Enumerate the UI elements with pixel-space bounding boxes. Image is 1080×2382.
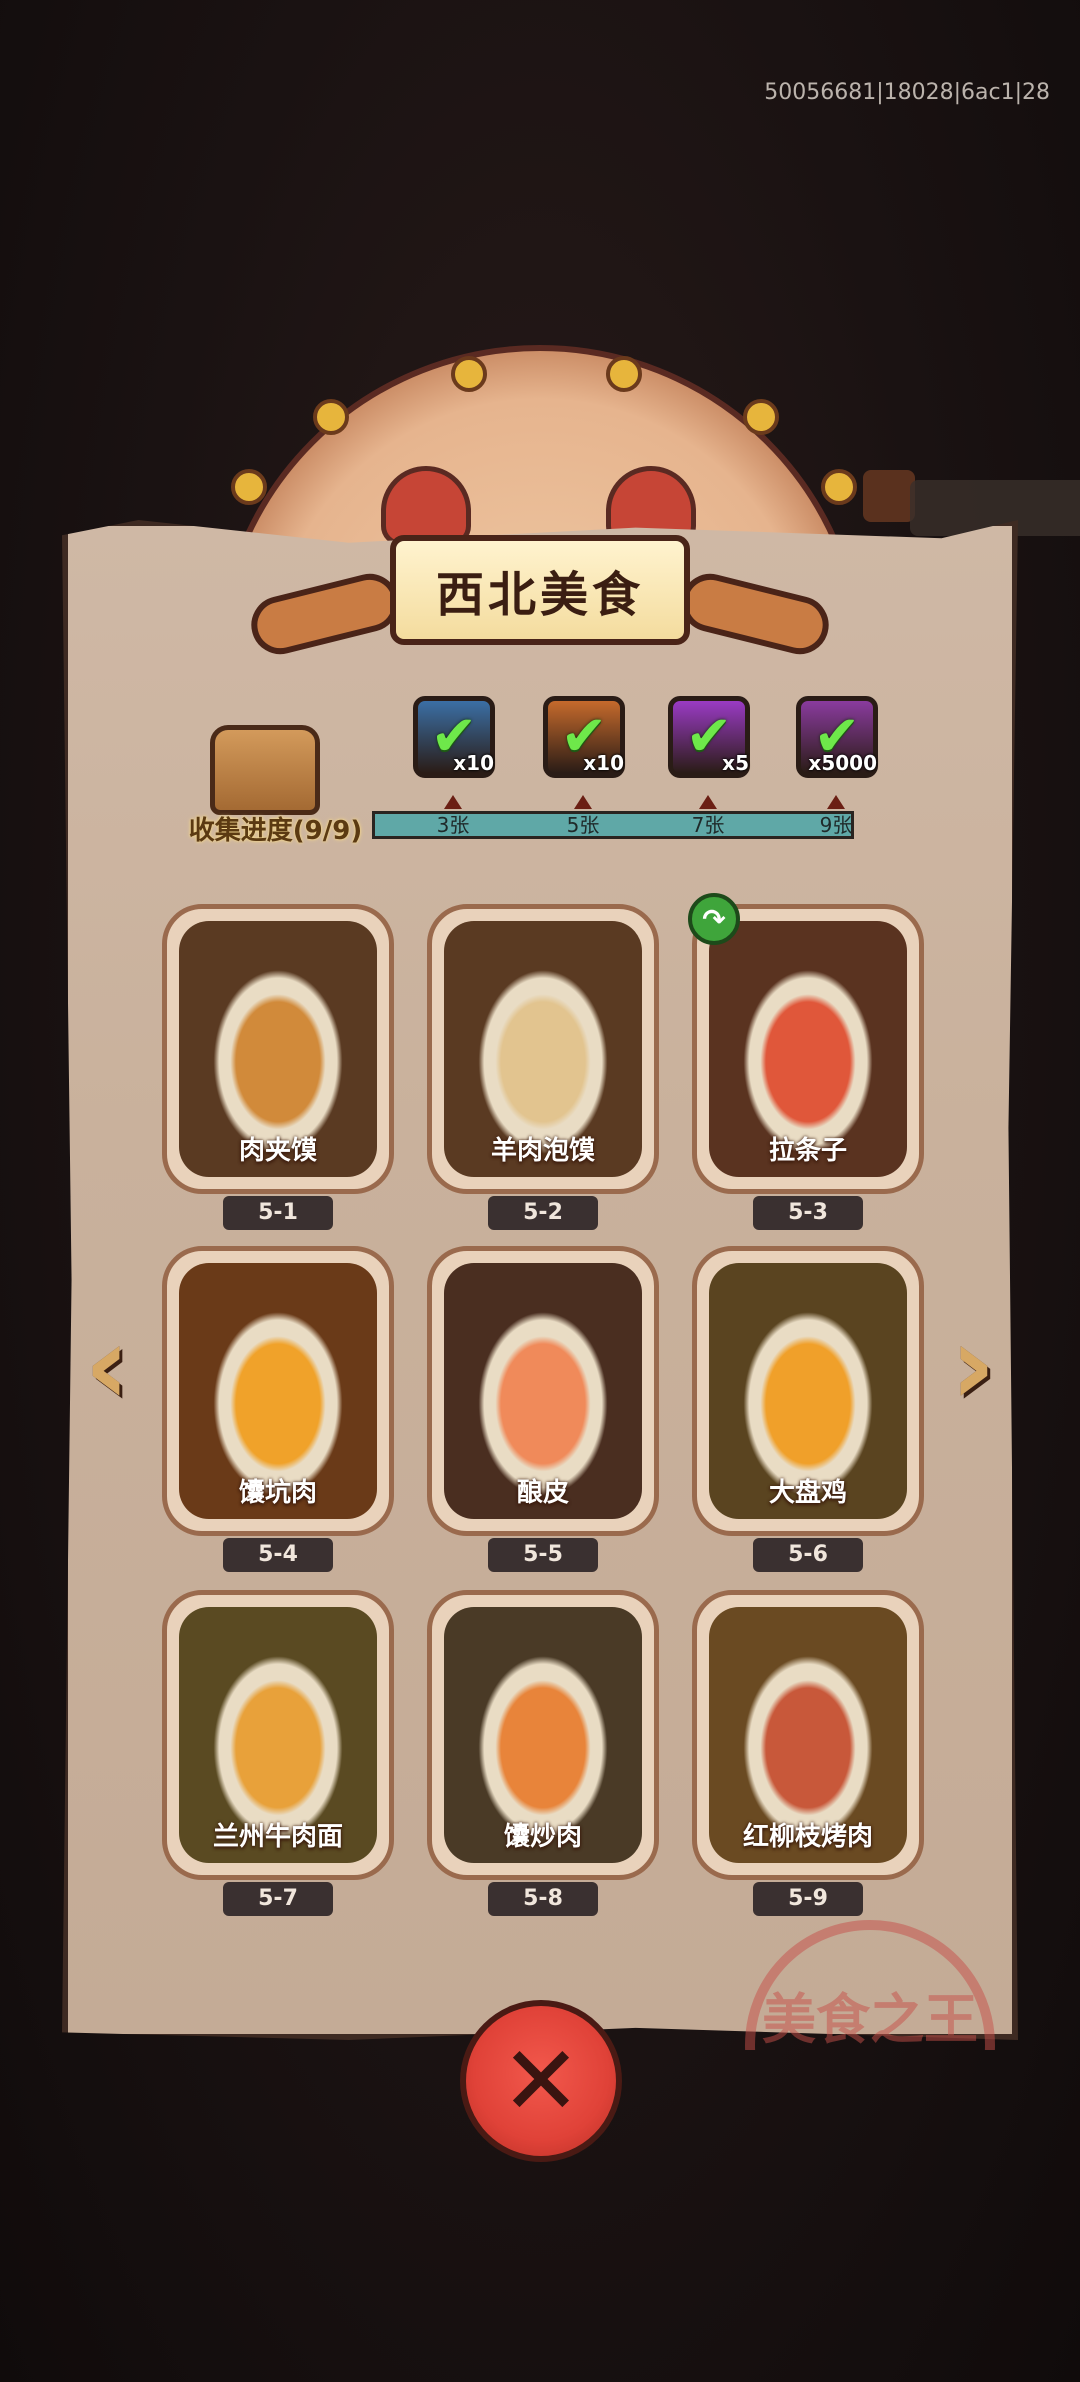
plate-dot-icon bbox=[231, 469, 267, 505]
card-stack-icon bbox=[210, 725, 320, 815]
dish-card[interactable]: 红柳枝烤肉 bbox=[692, 1590, 924, 1880]
plate-dot-icon bbox=[821, 469, 857, 505]
dish-name: 拉条子 bbox=[768, 1136, 847, 1166]
milestone-label: 5张 bbox=[566, 813, 600, 837]
chevron-left-icon: ‹ bbox=[84, 1301, 130, 1429]
dish-number: 5-1 bbox=[223, 1196, 333, 1230]
title-banner: 西北美食 bbox=[390, 535, 690, 645]
dish-number: 5-9 bbox=[753, 1882, 863, 1916]
plate-dot-icon bbox=[606, 356, 642, 392]
prev-page-button[interactable]: ‹ bbox=[72, 1310, 142, 1420]
dish-name: 肉夹馍 bbox=[238, 1136, 317, 1166]
milestone-label: 9张 bbox=[819, 813, 853, 837]
close-icon: ✕ bbox=[500, 2025, 582, 2137]
reward-quantity: x5000 bbox=[808, 751, 877, 775]
dish-number: 5-6 bbox=[753, 1538, 863, 1572]
dish-card[interactable]: 馕炒肉 bbox=[427, 1590, 659, 1880]
dish-card[interactable]: 拉条子 bbox=[692, 904, 924, 1194]
dish-card[interactable]: 羊肉泡馍 bbox=[427, 904, 659, 1194]
milestone-marker-icon bbox=[827, 795, 845, 809]
purple-orb-icon[interactable]: ✔ x5 bbox=[668, 696, 750, 778]
purple-crystal-icon[interactable]: ✔ x5000 bbox=[796, 696, 878, 778]
reward-quantity: x10 bbox=[453, 751, 494, 775]
dish-number: 5-3 bbox=[753, 1196, 863, 1230]
dish-name: 馕坑肉 bbox=[238, 1478, 317, 1508]
dish-card[interactable]: 肉夹馍 bbox=[162, 904, 394, 1194]
dish-card[interactable]: 馕坑肉 bbox=[162, 1246, 394, 1536]
plate-dot-icon bbox=[743, 399, 779, 435]
debug-id-text: 50056681|18028|6ac1|28 bbox=[764, 80, 1050, 105]
milestone-label: 7张 bbox=[691, 813, 725, 837]
seal-stamp: 美食之王 bbox=[745, 1920, 995, 2050]
dish-name: 兰州牛肉面 bbox=[212, 1822, 343, 1852]
dish-name: 酿皮 bbox=[516, 1478, 569, 1508]
milestone-marker-icon bbox=[699, 795, 717, 809]
blue-gem-chest-icon[interactable]: ✔ x10 bbox=[413, 696, 495, 778]
share-button[interactable]: ↷ bbox=[688, 893, 740, 945]
orange-key-icon[interactable]: ✔ x10 bbox=[543, 696, 625, 778]
dish-number: 5-8 bbox=[488, 1882, 598, 1916]
milestone-label: 3张 bbox=[436, 813, 470, 837]
plate-knob-left bbox=[381, 466, 471, 546]
dish-number: 5-4 bbox=[223, 1538, 333, 1572]
dish-card[interactable]: 大盘鸡 bbox=[692, 1246, 924, 1536]
seal-text: 美食之王 bbox=[745, 1920, 995, 2050]
dish-card[interactable]: 酿皮 bbox=[427, 1246, 659, 1536]
collect-progress-label: 收集进度(9/9) bbox=[188, 816, 363, 846]
close-button[interactable]: ✕ bbox=[460, 2000, 622, 2162]
dish-name: 红柳枝烤肉 bbox=[742, 1822, 873, 1852]
background-chest-icon bbox=[863, 470, 915, 522]
reward-quantity: x5 bbox=[722, 751, 749, 775]
share-icon: ↷ bbox=[702, 902, 726, 936]
next-page-button[interactable]: › bbox=[938, 1310, 1008, 1420]
reward-quantity: x10 bbox=[583, 751, 624, 775]
milestone-marker-icon bbox=[574, 795, 592, 809]
dish-number: 5-5 bbox=[488, 1538, 598, 1572]
dish-number: 5-7 bbox=[223, 1882, 333, 1916]
dish-name: 羊肉泡馍 bbox=[490, 1136, 595, 1166]
chevron-right-icon: › bbox=[950, 1301, 996, 1429]
dish-name: 馕炒肉 bbox=[503, 1822, 582, 1852]
milestone-marker-icon bbox=[444, 795, 462, 809]
plate-dot-icon bbox=[313, 399, 349, 435]
plate-dot-icon bbox=[451, 356, 487, 392]
panel-title: 西北美食 bbox=[435, 567, 644, 623]
dish-number: 5-2 bbox=[488, 1196, 598, 1230]
dish-name: 大盘鸡 bbox=[768, 1478, 847, 1508]
dish-card[interactable]: 兰州牛肉面 bbox=[162, 1590, 394, 1880]
